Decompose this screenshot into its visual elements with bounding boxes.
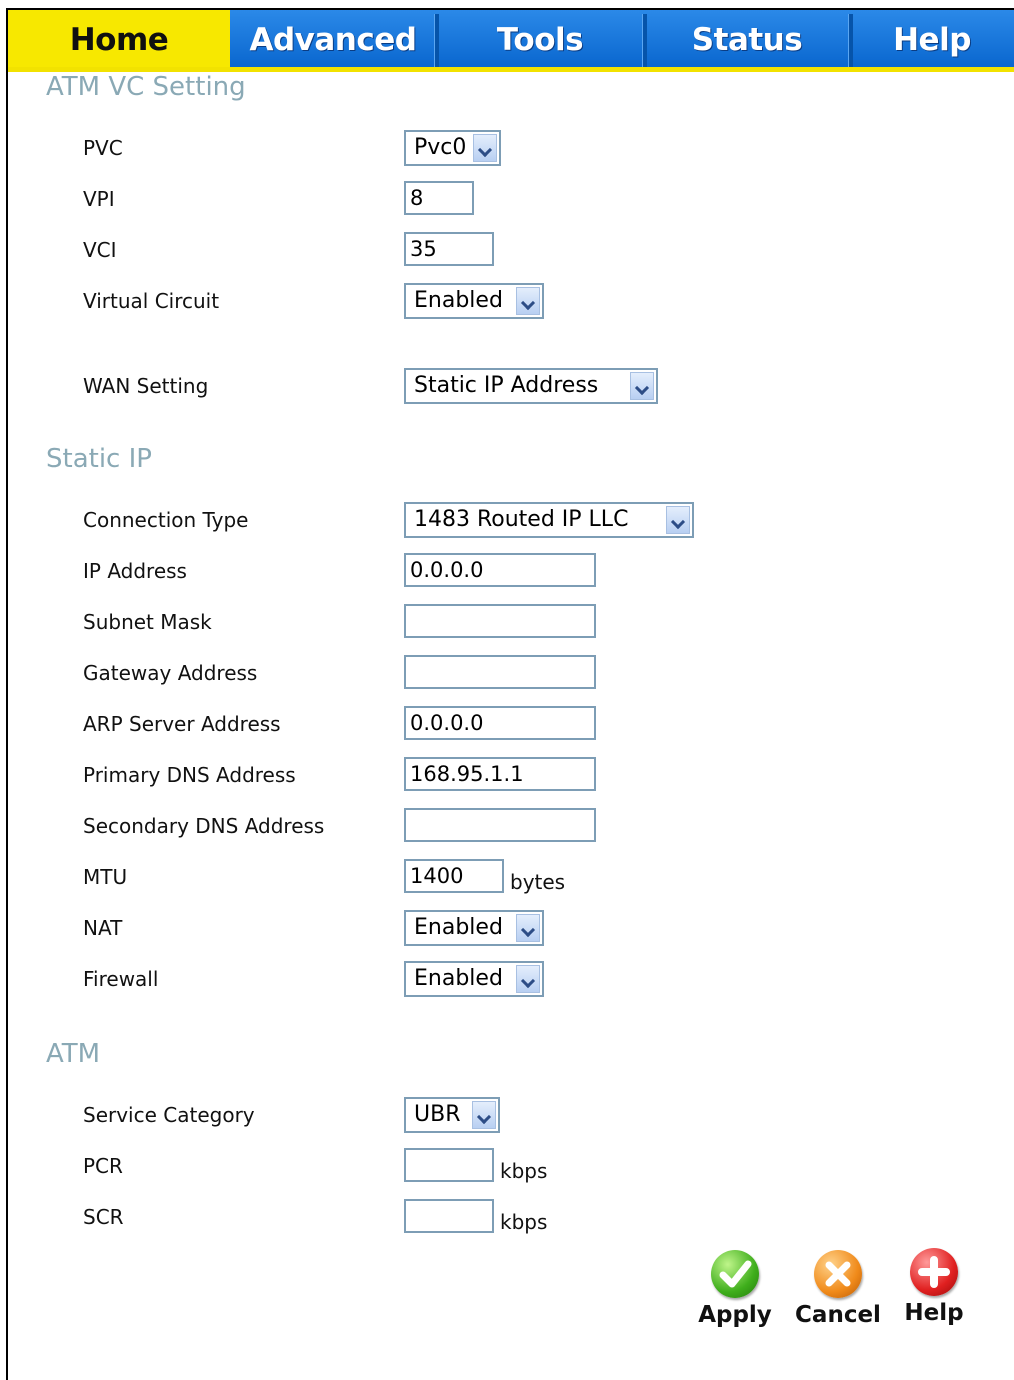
firewall-select[interactable]: Enabled <box>404 961 544 997</box>
tab-divider <box>642 14 647 67</box>
mtu-label: MTU <box>83 865 128 889</box>
firewall-label: Firewall <box>83 967 159 991</box>
tab-help[interactable]: Help <box>850 10 1014 67</box>
virtual-circuit-select[interactable]: Enabled <box>404 283 544 319</box>
mtu-input[interactable] <box>404 859 504 893</box>
mtu-unit: bytes <box>510 870 566 894</box>
vpi-input[interactable] <box>404 181 474 215</box>
vci-input[interactable] <box>404 232 494 266</box>
apply-button[interactable]: Apply <box>690 1250 780 1328</box>
pvc-label: PVC <box>83 136 123 160</box>
tab-advanced[interactable]: Advanced <box>230 10 436 67</box>
tab-home[interactable]: Home <box>8 10 230 67</box>
arp-server-input[interactable] <box>404 706 596 740</box>
wan-setting-label: WAN Setting <box>83 374 209 398</box>
cancel-button[interactable]: Cancel <box>792 1250 884 1328</box>
chevron-down-icon[interactable] <box>516 965 540 993</box>
nat-select-value: Enabled <box>414 915 503 940</box>
wan-setting-select-value: Static IP Address <box>414 373 599 398</box>
section-title-atm-vc: ATM VC Setting <box>46 72 246 102</box>
pcr-label: PCR <box>83 1154 123 1178</box>
chevron-down-icon[interactable] <box>516 287 540 315</box>
vci-label: VCI <box>83 238 117 262</box>
apply-label: Apply <box>698 1302 772 1328</box>
virtual-circuit-label: Virtual Circuit <box>83 289 220 313</box>
section-title-atm: ATM <box>46 1039 101 1069</box>
chevron-down-icon[interactable] <box>472 1101 496 1129</box>
nat-label: NAT <box>83 916 123 940</box>
service-category-select[interactable]: UBR <box>404 1097 500 1133</box>
chevron-down-icon[interactable] <box>630 372 654 400</box>
tab-tools[interactable]: Tools <box>436 10 644 67</box>
virtual-circuit-select-value: Enabled <box>414 288 503 313</box>
pvc-select-value: Pvc0 <box>414 135 467 160</box>
tab-divider <box>434 14 439 67</box>
pcr-unit: kbps <box>500 1159 548 1183</box>
gateway-address-label: Gateway Address <box>83 661 258 685</box>
subnet-mask-input[interactable] <box>404 604 596 638</box>
connection-type-select-value: 1483 Routed IP LLC <box>414 507 629 532</box>
close-icon <box>814 1250 862 1298</box>
chevron-down-icon[interactable] <box>666 506 690 534</box>
arp-server-label: ARP Server Address <box>83 712 281 736</box>
section-title-static-ip: Static IP <box>46 444 152 474</box>
checkmark-icon <box>711 1250 759 1298</box>
service-category-select-value: UBR <box>414 1102 461 1127</box>
nat-select[interactable]: Enabled <box>404 910 544 946</box>
wan-setting-select[interactable]: Static IP Address <box>404 368 658 404</box>
firewall-select-value: Enabled <box>414 966 503 991</box>
plus-icon <box>910 1248 958 1296</box>
ip-address-input[interactable] <box>404 553 596 587</box>
connection-type-select[interactable]: 1483 Routed IP LLC <box>404 502 694 538</box>
primary-dns-label: Primary DNS Address <box>83 763 296 787</box>
gateway-address-input[interactable] <box>404 655 596 689</box>
scr-label: SCR <box>83 1205 124 1229</box>
chevron-down-icon[interactable] <box>516 914 540 942</box>
vpi-label: VPI <box>83 187 115 211</box>
tab-bar: Home Advanced Tools Status Help <box>8 10 1014 72</box>
help-button[interactable]: Help <box>894 1248 974 1326</box>
chevron-down-icon[interactable] <box>473 134 497 162</box>
subnet-mask-label: Subnet Mask <box>83 610 212 634</box>
help-label: Help <box>904 1300 964 1326</box>
primary-dns-input[interactable] <box>404 757 596 791</box>
pcr-input[interactable] <box>404 1148 494 1182</box>
service-category-label: Service Category <box>83 1103 255 1127</box>
scr-unit: kbps <box>500 1210 548 1234</box>
scr-input[interactable] <box>404 1199 494 1233</box>
connection-type-label: Connection Type <box>83 508 249 532</box>
cancel-label: Cancel <box>795 1302 881 1328</box>
secondary-dns-label: Secondary DNS Address <box>83 814 325 838</box>
pvc-select[interactable]: Pvc0 <box>404 130 501 166</box>
ip-address-label: IP Address <box>83 559 187 583</box>
tab-divider <box>848 14 853 67</box>
secondary-dns-input[interactable] <box>404 808 596 842</box>
tab-status[interactable]: Status <box>644 10 850 67</box>
